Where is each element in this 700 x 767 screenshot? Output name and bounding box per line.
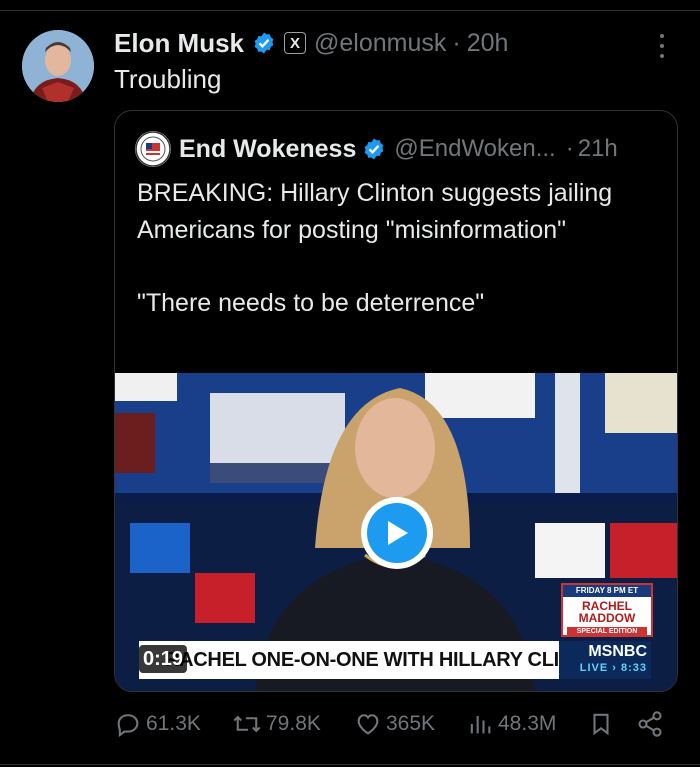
show-card: FRIDAY 8 PM ET RACHEL MADDOW SPECIAL EDI… (561, 583, 653, 637)
repost-button[interactable]: 79.8K (232, 706, 321, 742)
bookmark-icon (593, 713, 609, 736)
play-icon (367, 503, 427, 563)
views-icon (470, 715, 491, 734)
video-thumbnail[interactable]: FRIDAY 8 PM ET RACHEL MADDOW SPECIAL EDI… (115, 373, 677, 691)
quoted-tweet-text: BREAKING: Hillary Clinton suggests jaili… (137, 175, 657, 322)
verified-badge-icon (364, 138, 384, 160)
quoted-author-handle: @EndWoken... (394, 135, 556, 162)
tweet-header: Elon Musk X @elonmusk · 20h (114, 26, 508, 60)
action-bar: 61.3K 79.8K 365K 48.3M (114, 706, 674, 742)
quoted-tweet-card[interactable]: End Wokeness @EndWoken... · 21h BREAKING… (114, 110, 678, 692)
show-card-sub: SPECIAL EDITION (567, 627, 647, 636)
bookmark-button[interactable] (588, 706, 618, 742)
tweet-timestamp[interactable]: 20h (467, 29, 509, 58)
chyron-text: RACHEL ONE-ON-ONE WITH HILLARY CLINTON (165, 648, 614, 671)
like-button[interactable]: 365K (354, 706, 435, 742)
network-name: MSNBC (588, 643, 647, 660)
reply-icon (117, 714, 139, 738)
separator-dot: · (565, 135, 574, 162)
reply-button[interactable]: 61.3K (114, 706, 201, 742)
quoted-author-avatar (135, 131, 171, 167)
author-handle[interactable]: @elonmusk (314, 29, 446, 58)
play-button[interactable] (361, 497, 433, 569)
author-avatar[interactable] (22, 30, 94, 102)
more-options-icon[interactable] (656, 34, 668, 58)
separator-dot: · (452, 28, 461, 57)
show-card-top: FRIDAY 8 PM ET (563, 585, 651, 597)
quoted-text-line: "There needs to be deterrence" (137, 289, 485, 317)
heart-icon (357, 714, 379, 735)
share-button[interactable] (636, 706, 668, 742)
repost-icon (233, 715, 261, 733)
verified-badge-icon (254, 32, 274, 54)
show-card-name: RACHEL MADDOW (578, 599, 636, 625)
live-label: LIVE › 8:33 (579, 662, 647, 674)
quoted-tweet-header: End Wokeness @EndWoken... · 21h (135, 129, 618, 169)
bottom-divider (0, 764, 700, 765)
top-divider (0, 10, 700, 11)
views-button[interactable]: 48.3M (466, 706, 556, 742)
quoted-text-line: BREAKING: Hillary Clinton suggests jaili… (137, 179, 613, 244)
x-affiliation-badge: X (284, 32, 307, 54)
like-count: 365K (386, 712, 436, 735)
quoted-tweet-timestamp: 21h (577, 135, 618, 162)
network-logo: MSNBC LIVE › 8:33 (559, 641, 651, 679)
view-count: 48.3M (498, 712, 557, 735)
share-icon (638, 711, 662, 737)
quoted-author-name: End Wokeness (179, 134, 357, 163)
video-timer: 0:19 (139, 645, 188, 673)
repost-count: 79.8K (266, 712, 321, 735)
author-name[interactable]: Elon Musk (114, 28, 244, 59)
news-chyron: RACHEL ONE-ON-ONE WITH HILLARY CLINTON M… (139, 641, 651, 679)
reply-count: 61.3K (146, 712, 201, 735)
tweet-text: Troubling (114, 64, 222, 94)
